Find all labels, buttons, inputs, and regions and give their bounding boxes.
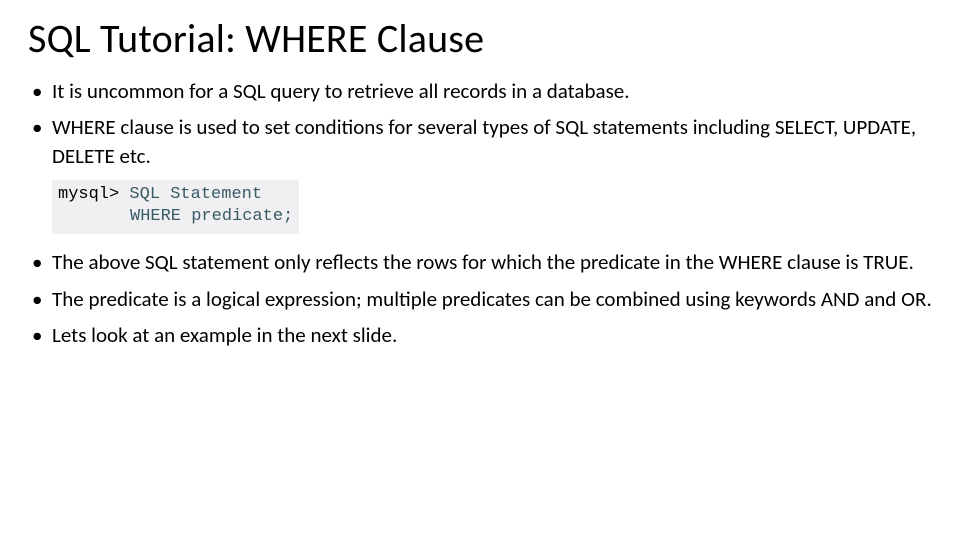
- bullet-item: It is uncommon for a SQL query to retrie…: [28, 77, 932, 105]
- bullet-item: The predicate is a logical expression; m…: [28, 285, 932, 313]
- bullet-item: WHERE clause is used to set conditions f…: [28, 113, 932, 170]
- code-prompt: mysql>: [58, 185, 119, 204]
- slide: SQL Tutorial: WHERE Clause It is uncommo…: [0, 0, 960, 540]
- bullet-item: Lets look at an example in the next slid…: [28, 321, 932, 349]
- code-block: mysql> SQL Statement WHERE predicate;: [52, 180, 299, 234]
- bullet-list-top: It is uncommon for a SQL query to retrie…: [28, 77, 932, 170]
- bullet-list-bottom: The above SQL statement only reflects th…: [28, 248, 932, 349]
- slide-title: SQL Tutorial: WHERE Clause: [28, 14, 932, 63]
- code-text: SQL Statement: [129, 185, 262, 204]
- bullet-item: The above SQL statement only reflects th…: [28, 248, 932, 276]
- code-line: WHERE predicate;: [58, 206, 293, 228]
- code-text: WHERE predicate;: [130, 207, 293, 226]
- code-line: mysql> SQL Statement: [58, 184, 293, 206]
